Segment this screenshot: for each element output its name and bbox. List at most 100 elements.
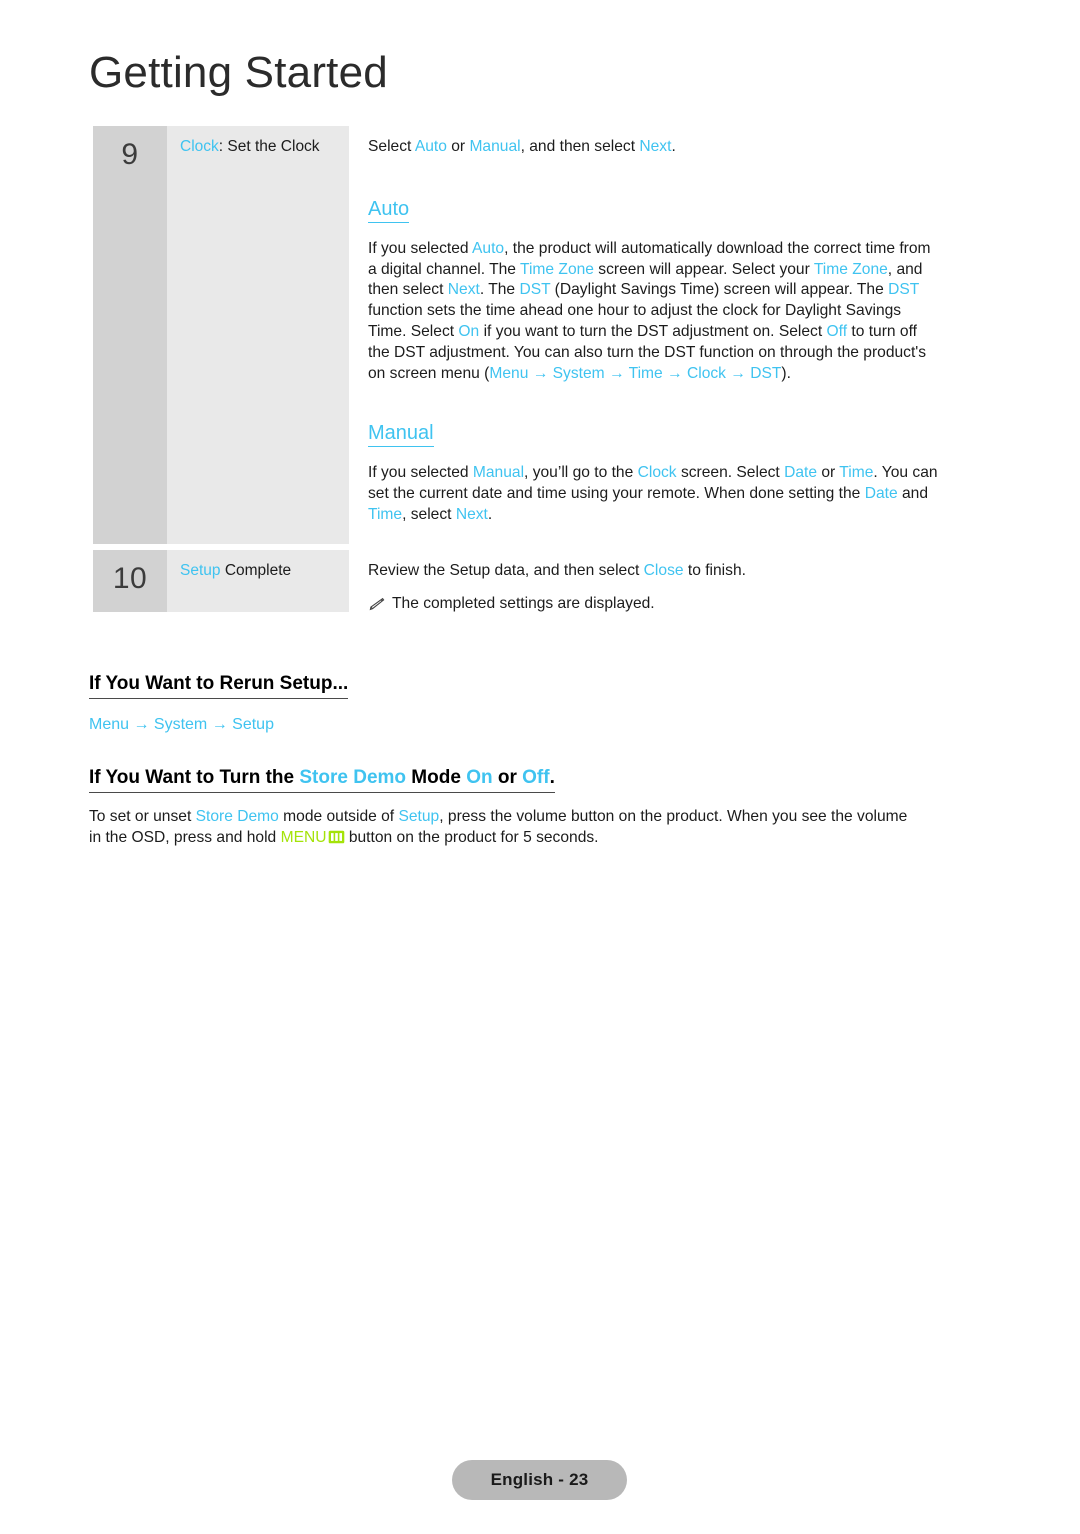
table-row: 10 Setup Complete Review the Setup data,… [93,550,989,619]
step-number-cell: 10 [93,550,167,612]
text-line: the DST adjustment. You can also turn th… [368,343,989,364]
accent-term: → [725,364,751,382]
text-run: on screen menu ( [368,364,490,382]
section-store-demo: If You Want to Turn the Store Demo Mode … [89,766,991,849]
text-run: , select [402,505,456,523]
text-line: Time, select Next. [368,505,989,526]
step-label-cell: Setup Complete [167,550,349,612]
accent-term: Next [455,505,488,523]
document-page: Getting Started 9 Clock: Set the Clock S… [0,0,1080,1534]
text-run: To set or unset [89,808,196,825]
step-label-rest: Complete [220,562,292,579]
text-run: If You Want to Turn the [89,767,300,788]
accent-term: Clock [686,364,726,382]
text-line: in the OSD, press and hold MENU button o… [89,828,991,849]
accent-term: Store Demo [299,767,407,788]
accent-term: Next [447,281,480,299]
accent-term: System [552,364,605,382]
section-rerun-setup: If You Want to Rerun Setup... Menu → Sys… [89,672,991,735]
menu-path: Menu → System → Setup [89,716,274,733]
text-run: . [487,505,493,523]
text-run: screen. Select [676,464,785,482]
accent-term: On [466,767,493,788]
accent-term: → [528,364,553,382]
text-run: and [897,485,928,503]
pencil-icon [368,597,385,619]
intro-mid1: or [446,138,470,155]
text-run: . You can [873,464,938,482]
text-line: set the current date and time using your… [368,484,989,505]
text-run: a digital channel. The [368,260,521,278]
step-label-accent: Setup [180,562,221,579]
accent-term: → [604,364,629,382]
text-line: If you selected Auto, the product will a… [368,239,989,260]
intro-pre: Select [368,138,415,155]
text-line: If you selected Manual, you’ll go to the… [368,463,989,484]
step-label-accent: Clock [180,138,219,155]
text-line: then select Next. The DST (Daylight Savi… [368,280,989,301]
text-run: screen will appear. Select your [593,260,814,278]
accent-term: On [458,322,480,340]
intro-mid2: , and then select [520,138,640,155]
accent-term: Store Demo [195,808,279,825]
accent-term: Menu [489,364,529,382]
accent-term: Time [839,464,874,482]
page-title: Getting Started [89,48,388,97]
text-run: the DST adjustment. You can also turn th… [368,343,927,361]
text-run: . The [479,281,520,299]
step-body-cell: Review the Setup data, and then select C… [349,550,989,619]
step-label-cell: Clock: Set the Clock [167,126,349,544]
accent-term: Off [826,322,848,340]
review-close: Close [643,562,684,579]
text-run: If you selected [368,239,473,257]
accent-term: Auto [472,239,505,257]
text-line: on screen menu (Menu → System → Time → C… [368,364,989,385]
accent-term: Date [784,464,818,482]
text-run: , and [887,260,923,278]
accent-term: Time [628,364,663,382]
text-run: button on the product for 5 seconds. [344,828,599,846]
intro-manual: Manual [469,138,521,155]
text-run: ). [781,364,791,382]
text-run: or [492,767,523,788]
text-run: mode outside of [278,808,399,825]
accent-term: Time Zone [813,260,888,278]
text-run: , the product will automatically downloa… [504,239,931,257]
accent-term: Clock [637,464,677,482]
text-run: function sets the time ahead one hour to… [368,302,902,320]
accent-term: Time [368,505,403,523]
text-run: to turn off [847,322,917,340]
auto-subheading: Auto [368,198,410,223]
text-run: Time. Select [368,322,459,340]
text-line: To set or unset Store Demo mode outside … [89,807,991,828]
table-row: 9 Clock: Set the Clock Select Auto or Ma… [93,126,989,544]
text-run: , you’ll go to the [524,464,638,482]
accent-term: DST [888,281,920,299]
step-label-rest: : Set the Clock [218,138,320,155]
step10-review: Review the Setup data, and then select C… [368,561,989,582]
auto-paragraph: If you selected Auto, the product will a… [368,239,989,385]
step9-intro: Select Auto or Manual, and then select N… [368,137,989,158]
text-run: Mode [406,767,467,788]
section-heading: If You Want to Rerun Setup... [89,672,349,699]
intro-auto: Auto [414,138,447,155]
text-run: if you want to turn the DST adjustment o… [479,322,827,340]
text-run: If you selected [368,464,473,482]
review-post: to finish. [683,562,746,579]
setup-steps-table: 9 Clock: Set the Clock Select Auto or Ma… [93,126,989,625]
intro-next: Next [639,138,672,155]
intro-post: . [671,138,676,155]
note-text: The completed settings are displayed. [392,594,655,612]
page-footer-badge: English - 23 [452,1460,627,1500]
step-body-cell: Select Auto or Manual, and then select N… [349,126,989,544]
text-run: (Daylight Savings Time) screen will appe… [550,281,889,299]
manual-subheading: Manual [368,422,434,448]
accent-term: Setup [398,808,440,825]
menu-key-label: MENU [280,828,327,846]
text-run: set the current date and time using your… [368,485,865,503]
accent-term: Off [522,767,550,788]
accent-term: Manual [472,464,525,482]
accent-term: DST [519,281,551,299]
step-number-cell: 9 [93,126,167,544]
text-run: then select [368,281,448,299]
